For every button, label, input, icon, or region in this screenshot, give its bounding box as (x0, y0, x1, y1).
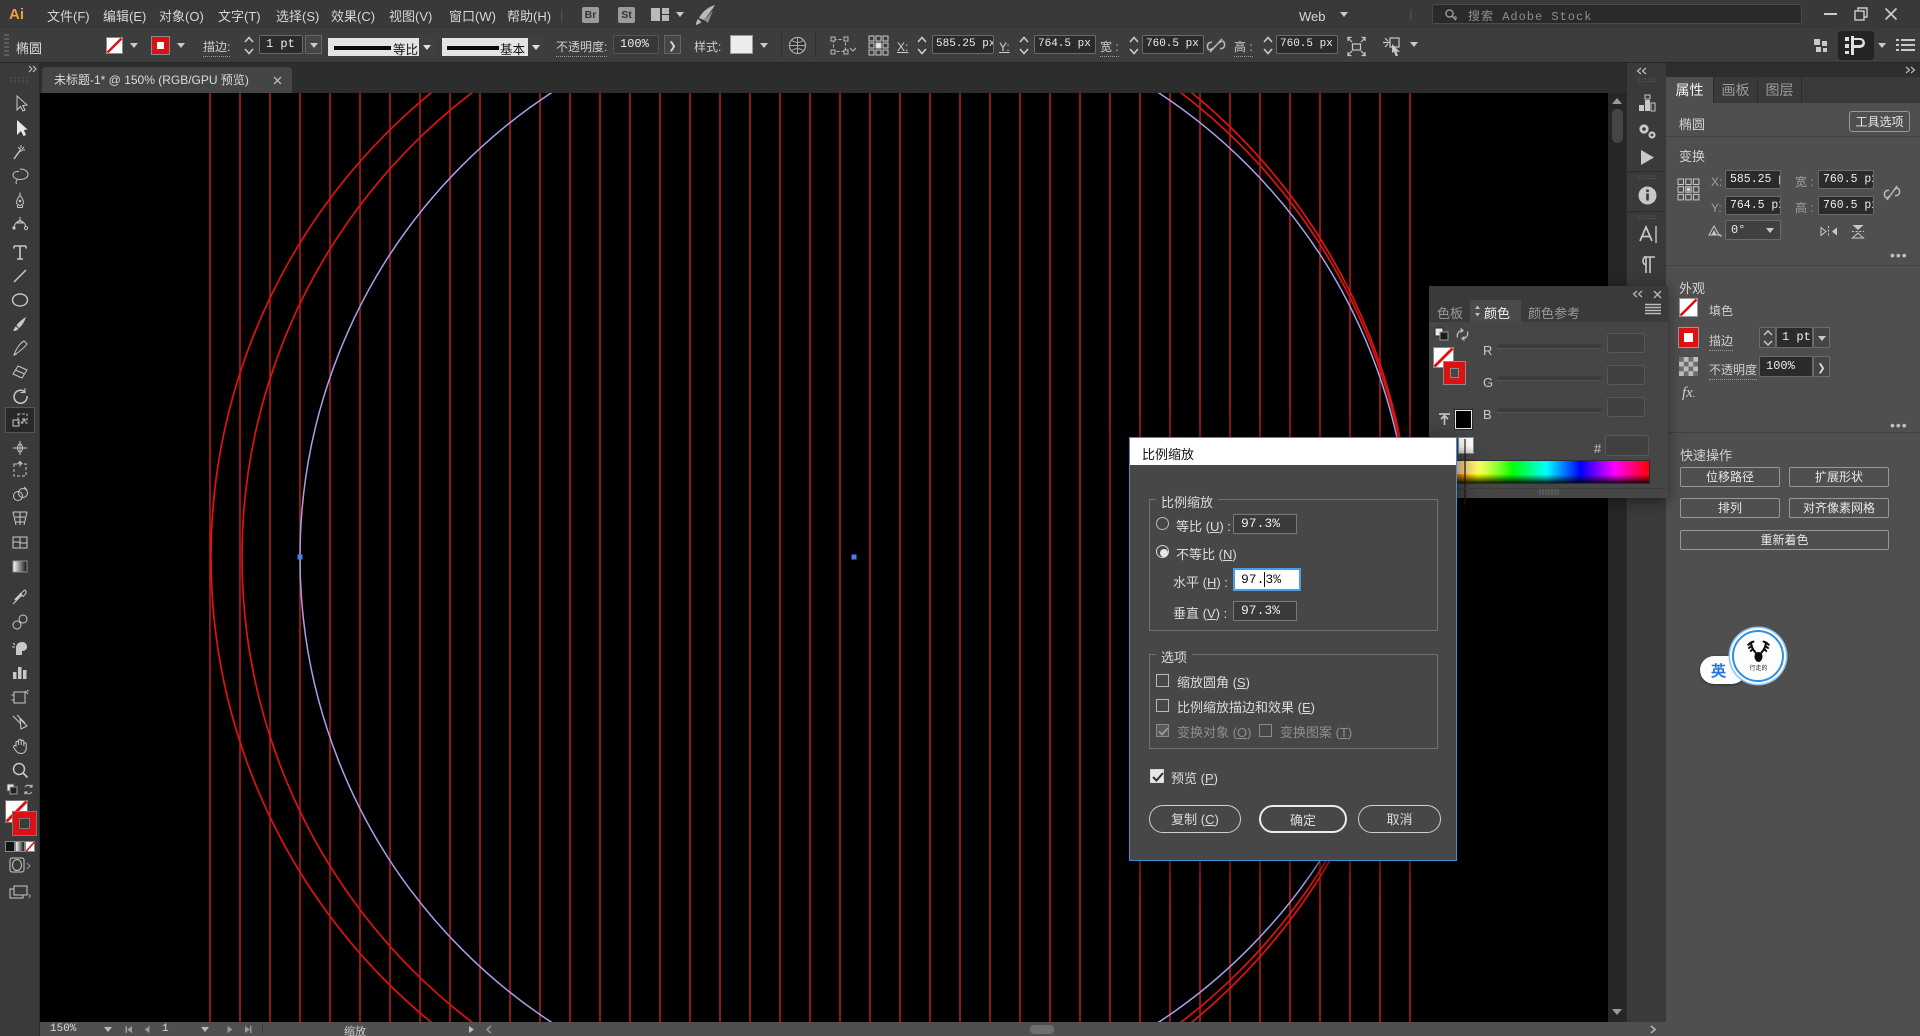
svg-text:行走的: 行走的 (1749, 663, 1767, 672)
